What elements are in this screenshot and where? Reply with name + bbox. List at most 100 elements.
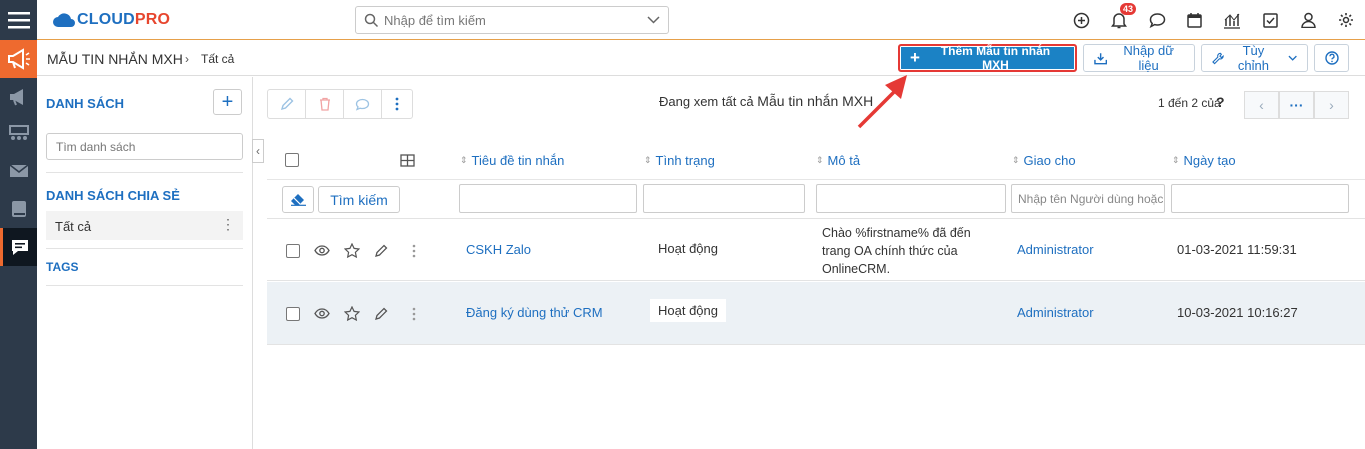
book-icon[interactable] xyxy=(0,190,37,228)
select-all-checkbox[interactable] xyxy=(285,141,299,179)
row-status: Hoạt động xyxy=(658,241,718,256)
column-layout-icon[interactable] xyxy=(400,141,415,179)
row-checkbox[interactable] xyxy=(286,282,300,345)
row-title-link[interactable]: CSKH Zalo xyxy=(466,242,531,257)
column-title-label: Tiêu đề tin nhắn xyxy=(471,152,565,168)
row-assignee-link[interactable]: Administrator xyxy=(1017,305,1094,320)
more-vertical-icon[interactable] xyxy=(412,219,416,282)
prev-page-icon[interactable]: ‹ xyxy=(1244,91,1279,119)
star-icon[interactable] xyxy=(344,219,360,282)
collapse-sidebar-button[interactable]: ‹ xyxy=(252,139,264,163)
gear-icon[interactable] xyxy=(1336,10,1356,30)
divider xyxy=(46,248,243,249)
help-button[interactable] xyxy=(1314,44,1349,72)
assignee-filter-input[interactable] xyxy=(1011,184,1165,213)
import-button[interactable]: Nhập dữ liệu xyxy=(1083,43,1195,73)
view-eye-icon[interactable] xyxy=(314,219,330,282)
filter-search-button[interactable]: Tìm kiếm xyxy=(318,186,400,213)
star-icon[interactable] xyxy=(344,282,360,345)
created-filter-input[interactable] xyxy=(1171,184,1349,213)
help-icon xyxy=(1324,51,1339,65)
add-button-label: Thêm Mẫu tin nhắn MXH xyxy=(940,44,1051,72)
row-checkbox[interactable] xyxy=(286,219,300,282)
logo-accent: PRO xyxy=(134,11,171,28)
column-status-label: Tình trạng xyxy=(655,152,715,168)
delete-icon[interactable] xyxy=(306,90,344,118)
column-header-assignee[interactable]: ⇕ Giao cho xyxy=(1012,141,1076,179)
column-description-label: Mô tả xyxy=(827,152,861,168)
title-filter-input[interactable] xyxy=(459,184,637,213)
divider xyxy=(46,285,243,286)
total-count-toggle[interactable]: ? xyxy=(1216,94,1225,110)
list-item-label: Tất cả xyxy=(55,219,92,234)
divider xyxy=(46,172,243,173)
row-assignee-link[interactable]: Administrator xyxy=(1017,242,1094,257)
customize-button-label: Tùy chỉnh xyxy=(1237,43,1269,73)
cloudpro-logo[interactable]: CLOUDPRO xyxy=(53,7,170,33)
table-row[interactable]: Đăng ký dùng thử CRM Hoạt động Administr… xyxy=(267,282,1365,345)
task-checkbox-icon[interactable] xyxy=(1260,10,1280,30)
next-page-icon[interactable]: › xyxy=(1314,91,1349,119)
logo-main: CLOUD xyxy=(77,11,135,28)
column-assignee-label: Giao cho xyxy=(1023,152,1076,168)
column-header-title[interactable]: ⇕ Tiêu đề tin nhắn xyxy=(460,141,564,179)
tags-title: TAGS xyxy=(46,260,79,274)
add-list-button[interactable]: + xyxy=(213,89,242,115)
search-input[interactable] xyxy=(384,11,644,29)
column-header-description[interactable]: ⇕ Mô tả xyxy=(816,141,860,179)
viewing-text: Đang xem tất cả Mẫu tin nhắn MXH xyxy=(659,93,873,109)
viewing-prefix: Đang xem tất cả xyxy=(659,94,754,109)
row-created: 01-03-2021 11:59:31 xyxy=(1177,242,1297,257)
main-content: Đang xem tất cả Mẫu tin nhắn MXH 1 đến 2… xyxy=(267,77,1365,449)
column-header-status[interactable]: ⇕ Tình trạng xyxy=(644,141,715,179)
edit-pencil-icon[interactable] xyxy=(374,282,388,345)
description-filter-input[interactable] xyxy=(816,184,1006,213)
chat-template-icon[interactable] xyxy=(0,228,37,266)
marketing-megaphone-icon[interactable] xyxy=(0,40,37,78)
list-sidebar: DANH SÁCH + DANH SÁCH CHIA SẺ Tất cả ⋮ T… xyxy=(37,77,253,449)
annotation-arrow-icon xyxy=(857,75,907,129)
more-vertical-icon[interactable] xyxy=(412,282,416,345)
module-title[interactable]: MẪU TIN NHẮN MXH xyxy=(47,51,183,67)
page-menu-icon[interactable]: ··· xyxy=(1279,91,1314,119)
column-created-label: Ngày tạo xyxy=(1183,152,1236,168)
more-vertical-icon[interactable]: ⋮ xyxy=(221,216,235,233)
global-search[interactable] xyxy=(355,6,669,34)
user-icon[interactable] xyxy=(1298,10,1318,30)
chevron-down-icon[interactable] xyxy=(647,16,660,24)
column-header-created[interactable]: ⇕ Ngày tạo xyxy=(1172,141,1236,179)
email-icon[interactable] xyxy=(0,152,37,190)
campaign-megaphone-icon[interactable] xyxy=(0,78,37,116)
add-message-template-button[interactable]: + Thêm Mẫu tin nhắn MXH xyxy=(898,44,1077,72)
filter-row: Tìm kiếm xyxy=(267,180,1365,218)
add-circle-icon[interactable] xyxy=(1071,10,1091,30)
meeting-icon[interactable] xyxy=(0,114,37,152)
shared-list-title: DANH SÁCH CHIA SẺ xyxy=(46,188,180,203)
list-search-input[interactable] xyxy=(46,133,243,160)
plus-icon: + xyxy=(910,48,920,67)
chat-icon[interactable] xyxy=(1147,10,1167,30)
row-created: 10-03-2021 10:16:27 xyxy=(1177,305,1298,320)
edit-pencil-icon[interactable] xyxy=(374,219,388,282)
breadcrumb-current: Tất cả xyxy=(201,52,235,66)
wrench-icon xyxy=(1212,52,1224,64)
left-rail xyxy=(0,0,37,449)
notification-badge: 43 xyxy=(1120,3,1137,15)
calendar-icon[interactable] xyxy=(1184,10,1204,30)
eraser-icon[interactable] xyxy=(282,186,314,213)
comment-icon[interactable] xyxy=(344,90,382,118)
status-filter-input[interactable] xyxy=(643,184,805,213)
list-item-all[interactable]: Tất cả ⋮ xyxy=(46,211,243,240)
table-row[interactable]: CSKH Zalo Hoạt động Chào %firstname% đã … xyxy=(267,218,1365,281)
edit-icon[interactable] xyxy=(268,90,306,118)
pager-buttons: ‹ ··· › xyxy=(1244,91,1350,119)
view-eye-icon[interactable] xyxy=(314,282,330,345)
row-status: Hoạt động xyxy=(650,299,726,322)
bulk-actions-toolbar xyxy=(267,89,413,119)
pager-text: 1 đến 2 của xyxy=(1158,96,1221,110)
more-vertical-icon[interactable] xyxy=(382,90,412,118)
chart-icon[interactable] xyxy=(1222,10,1242,30)
hamburger-menu-icon[interactable] xyxy=(0,0,37,40)
row-title-link[interactable]: Đăng ký dùng thử CRM xyxy=(466,305,603,320)
customize-button[interactable]: Tùy chỉnh xyxy=(1201,43,1308,73)
